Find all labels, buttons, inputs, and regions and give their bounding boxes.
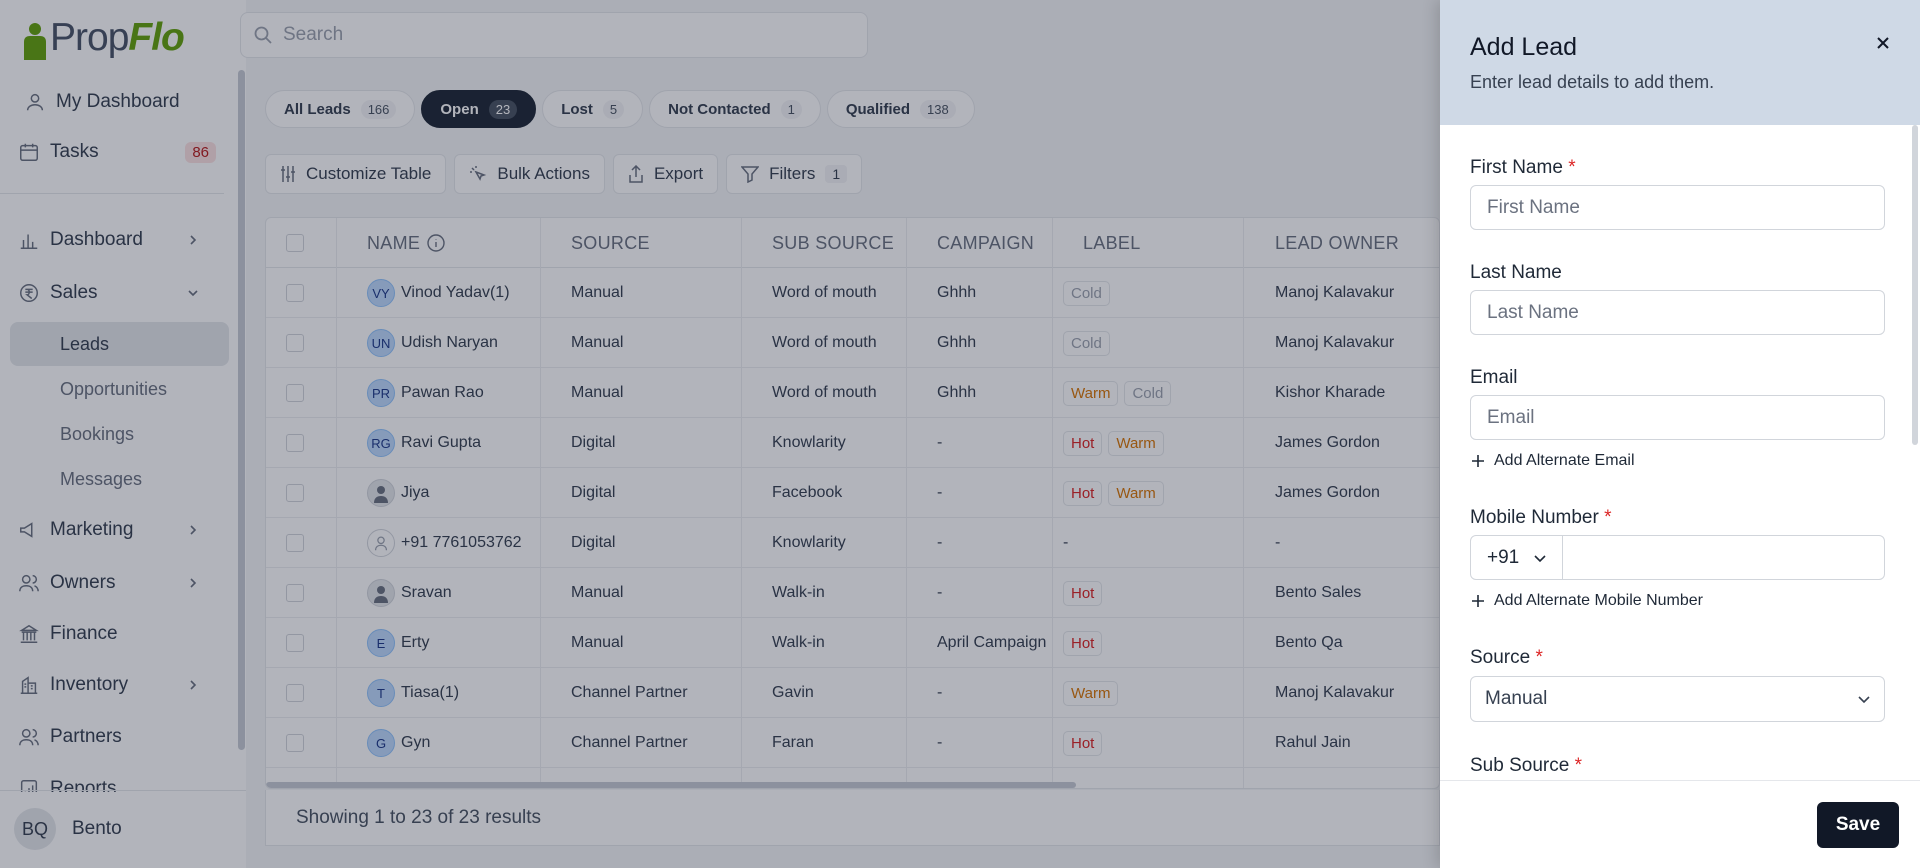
add-lead-drawer: Add Lead Enter lead details to add them.… [1440,0,1920,868]
country-code-select[interactable]: +91 [1471,536,1563,579]
drawer-subtitle: Enter lead details to add them. [1470,72,1715,92]
country-code-value: +91 [1487,546,1520,568]
first-name-label: First Name * [1470,157,1576,178]
plus-icon [1472,595,1484,607]
add-alternate-mobile-button[interactable]: Add Alternate Mobile Number [1470,592,1703,610]
close-icon[interactable] [1870,30,1896,56]
chevron-down-icon [1858,696,1870,704]
last-name-label: Last Name [1470,262,1562,283]
mobile-number-label: Mobile Number * [1470,507,1612,528]
drawer-scrollbar[interactable] [1912,125,1918,445]
email-field[interactable]: Email [1470,395,1885,440]
mobile-number-field[interactable] [1563,536,1884,579]
link-label: Add Alternate Email [1494,452,1635,469]
drawer-title: Add Lead [1470,33,1578,61]
source-select[interactable]: Manual [1470,676,1885,722]
last-name-field[interactable]: Last Name [1470,290,1885,335]
chevron-down-icon [1534,554,1546,562]
link-label: Add Alternate Mobile Number [1494,592,1703,609]
drawer-header: Add Lead Enter lead details to add them. [1440,0,1920,125]
sub-source-label: Sub Source * [1470,755,1582,776]
save-button[interactable]: Save [1817,802,1899,848]
email-label: Email [1470,367,1518,388]
source-label: Source * [1470,647,1543,668]
source-value: Manual [1485,688,1548,709]
mobile-number-group: +91 [1470,535,1885,580]
modal-backdrop[interactable] [0,0,1440,868]
first-name-field[interactable]: First Name [1470,185,1885,230]
plus-icon [1472,455,1484,467]
add-alternate-email-button[interactable]: Add Alternate Email [1470,452,1635,470]
